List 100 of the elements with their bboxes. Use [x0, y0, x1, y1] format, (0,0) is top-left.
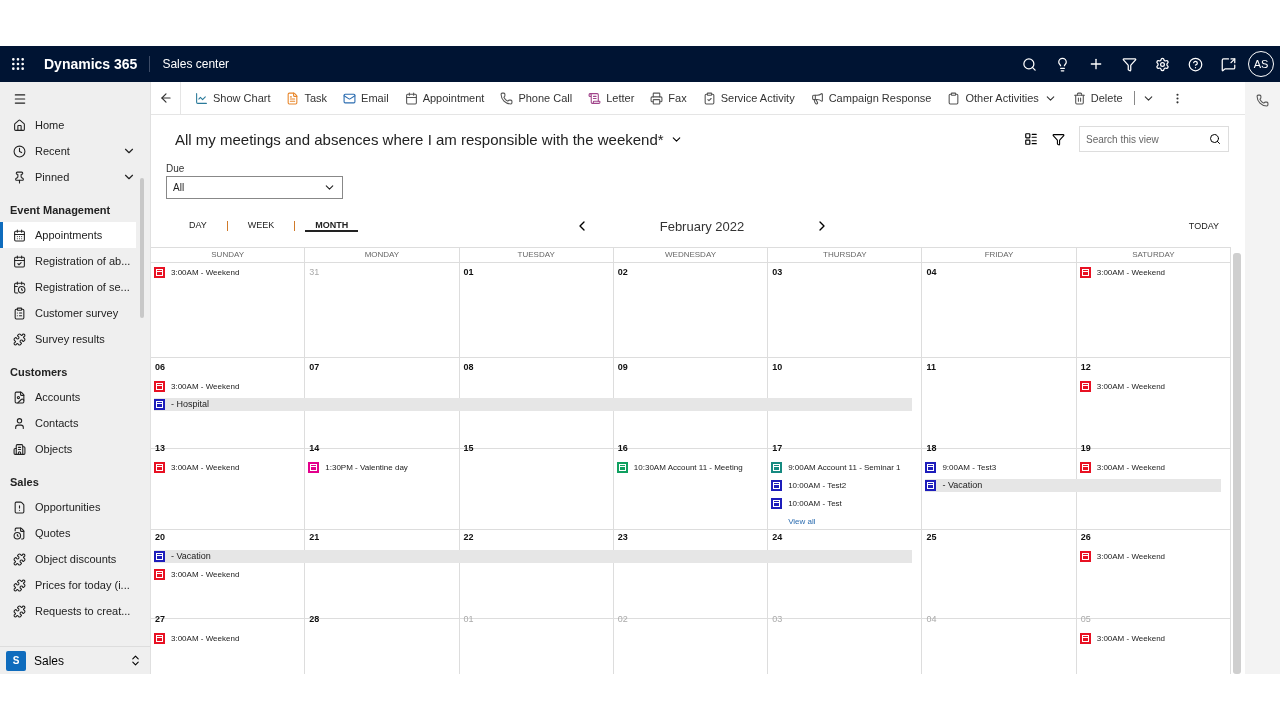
sidebar-item[interactable]: Object discounts: [0, 546, 136, 572]
event-entry[interactable]: 10:30AM Account 11 - Meeting: [633, 462, 743, 472]
date-number: 08: [462, 361, 474, 373]
area-switcher[interactable]: S Sales: [0, 646, 150, 674]
search-icon[interactable]: [1022, 56, 1037, 72]
up-down-chevron-icon[interactable]: [129, 654, 142, 667]
view-tab[interactable]: MONTH: [305, 220, 359, 232]
help-icon[interactable]: [1188, 56, 1203, 72]
day-cell[interactable]: [459, 263, 614, 358]
sidebar-item[interactable]: Customer survey: [0, 300, 136, 326]
chat-icon[interactable]: [1221, 56, 1236, 72]
event-entry[interactable]: 3:00AM - Weekend: [171, 381, 240, 391]
day-cell[interactable]: [768, 263, 923, 358]
view-tab[interactable]: DAY: [179, 220, 217, 232]
view-tab[interactable]: WEEK: [237, 220, 285, 232]
weekday-header: WEDNESDAY: [613, 248, 769, 263]
event-bar[interactable]: - Hospital: [154, 397, 913, 411]
date-number: 26: [1079, 531, 1091, 543]
sidebar-item[interactable]: Accounts: [0, 384, 136, 410]
megaphone-icon: [810, 91, 824, 105]
area-label: Sales: [34, 653, 66, 668]
scrollbar[interactable]: [140, 178, 144, 318]
sidebar-item[interactable]: Survey results: [0, 326, 136, 352]
sidebar-item[interactable]: Recent: [0, 138, 136, 164]
home-icon: [13, 118, 26, 132]
today-button[interactable]: TODAY: [1182, 220, 1225, 232]
sidebar-item[interactable]: Pinned: [0, 164, 136, 190]
event-entry[interactable]: 10:00AM - Test2: [788, 480, 847, 490]
date-number: 05: [1079, 613, 1091, 625]
menu-icon[interactable]: [13, 92, 27, 106]
settings-icon[interactable]: [1155, 56, 1170, 72]
date-number: 22: [462, 531, 474, 543]
command-button[interactable]: Delete: [1064, 83, 1163, 113]
layout-icon[interactable]: [1024, 132, 1038, 146]
day-cell[interactable]: [613, 263, 769, 358]
event-entry[interactable]: 1:30PM - Valentine day: [325, 462, 408, 472]
filter-icon[interactable]: [1052, 132, 1065, 146]
event-bar[interactable]: - Vacation: [154, 549, 913, 563]
calendar-icon: [404, 91, 418, 105]
sidebar-item[interactable]: Opportunities: [0, 494, 136, 520]
day-cell[interactable]: [922, 358, 1077, 449]
command-button[interactable]: Fax: [642, 83, 695, 113]
view-all-link[interactable]: View all: [768, 516, 816, 526]
date-number: 03: [771, 266, 783, 278]
command-button[interactable]: Phone Call: [492, 83, 581, 113]
day-cell[interactable]: [305, 263, 460, 358]
event-entry[interactable]: 3:00AM - Weekend: [1096, 551, 1166, 561]
plus-icon[interactable]: [1088, 56, 1104, 72]
due-dropdown[interactable]: All: [166, 176, 343, 199]
date-number: 19: [1079, 442, 1091, 454]
date-number: 31: [308, 266, 320, 278]
command-button[interactable]: Other Activities: [939, 83, 1065, 113]
date-number: 15: [462, 442, 474, 454]
event-entry[interactable]: 9:00AM Account 11 - Seminar 1: [788, 462, 901, 472]
sidebar-item[interactable]: Home: [0, 112, 136, 138]
event-entry[interactable]: 3:00AM - Weekend: [171, 268, 240, 277]
sidebar-item[interactable]: Appointments: [0, 222, 136, 248]
date-number: 13: [154, 442, 165, 454]
command-button[interactable]: Task: [278, 83, 336, 113]
event-entry[interactable]: 9:00AM - Test3: [942, 462, 997, 472]
date-number: 24: [771, 531, 783, 543]
sidebar-item[interactable]: Objects: [0, 436, 136, 462]
weekday-header: SATURDAY: [1076, 248, 1231, 263]
app-launcher-icon[interactable]: [10, 56, 26, 72]
view-title[interactable]: All my meetings and absences where I am responsible with the weekend*: [175, 130, 664, 148]
sidebar-item[interactable]: Prices for today (i...: [0, 572, 136, 598]
lightbulb-icon[interactable]: [1055, 56, 1070, 72]
command-button[interactable]: Email: [335, 83, 397, 113]
sidebar-item[interactable]: Requests to creat...: [0, 598, 136, 624]
command-button[interactable]: Appointment: [396, 83, 493, 113]
phone-icon[interactable]: [1256, 94, 1269, 107]
section-title: Customers: [9, 365, 69, 380]
event-entry[interactable]: 3:00AM - Weekend: [171, 569, 240, 579]
scrollbar[interactable]: [1233, 253, 1241, 674]
event-entry[interactable]: 3:00AM - Weekend: [1096, 381, 1166, 391]
document-icon: [13, 526, 26, 540]
event-entry[interactable]: 3:00AM - Weekend: [1096, 268, 1166, 277]
sidebar-item[interactable]: Registration of se...: [0, 274, 136, 300]
sidebar-item[interactable]: Quotes: [0, 520, 136, 546]
event-entry[interactable]: 3:00AM - Weekend: [1096, 462, 1166, 472]
command-button[interactable]: Show Chart: [187, 83, 279, 113]
weekday-header: SUNDAY: [151, 248, 306, 263]
event-entry[interactable]: 3:00AM - Weekend: [171, 462, 240, 472]
event-bar[interactable]: - Vacation: [925, 478, 1221, 492]
event-entry[interactable]: 10:00AM - Test: [788, 498, 842, 508]
event-entry[interactable]: 3:00AM - Weekend: [171, 633, 240, 643]
app-name[interactable]: Dynamics 365: [44, 56, 151, 72]
command-button[interactable]: Letter: [580, 83, 643, 113]
sidebar-item[interactable]: Contacts: [0, 410, 136, 436]
command-button[interactable]: Campaign Response: [802, 83, 940, 113]
area-name: Sales center: [162, 57, 231, 71]
calendar-icon: [13, 254, 26, 268]
clipboard-icon: [947, 91, 961, 105]
search-field[interactable]: Search this view: [1079, 126, 1229, 152]
date-number: 20: [154, 531, 165, 543]
day-cell[interactable]: [922, 263, 1077, 358]
date-number: 02: [616, 613, 628, 625]
command-button[interactable]: Service Activity: [694, 83, 803, 113]
sidebar-item[interactable]: Registration of ab...: [0, 248, 136, 274]
event-entry[interactable]: 3:00AM - Weekend: [1096, 633, 1166, 643]
